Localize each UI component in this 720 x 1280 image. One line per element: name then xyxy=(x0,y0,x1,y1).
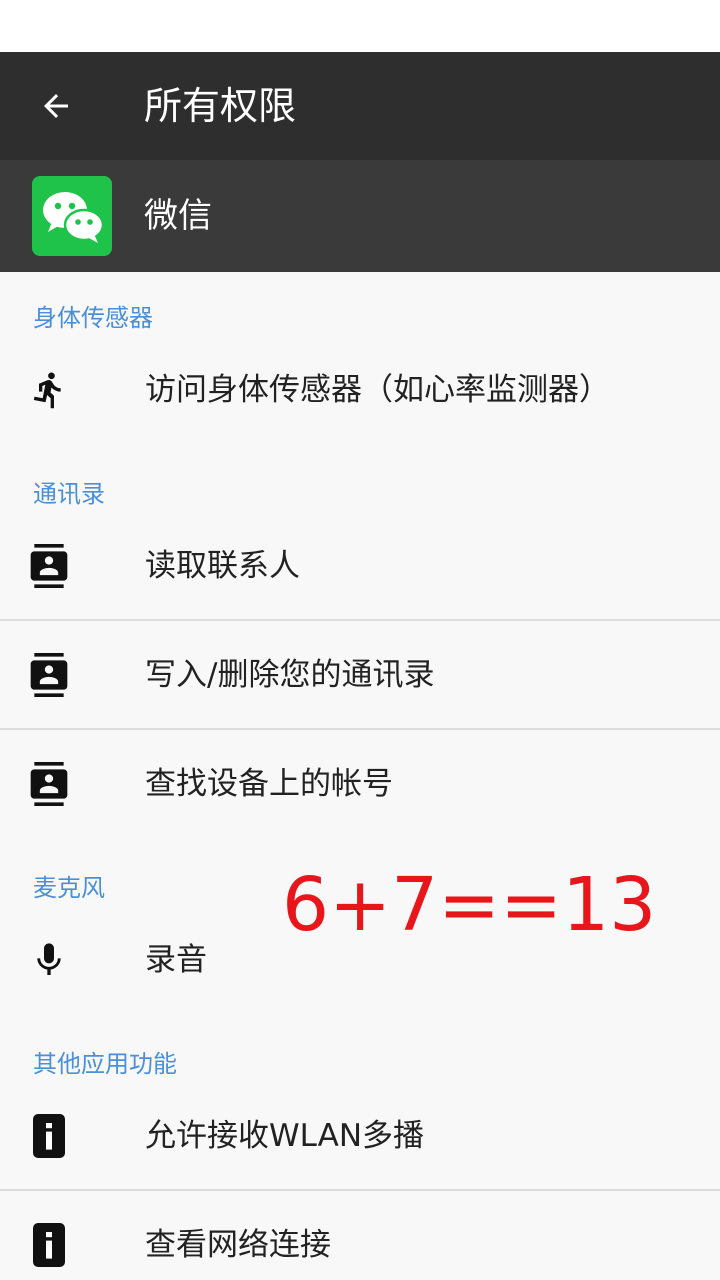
contacts-icon xyxy=(26,542,72,590)
permission-label: 允许接收WLAN多播 xyxy=(145,1118,425,1154)
microphone-icon xyxy=(26,936,72,984)
device-info-icon xyxy=(26,1112,72,1160)
permission-label: 录音 xyxy=(145,942,207,978)
permission-label: 写入/删除您的通讯录 xyxy=(145,657,435,693)
permission-label: 查看网络连接 xyxy=(145,1227,331,1263)
overlay-equation-text: 6+7==13 xyxy=(282,862,657,948)
permissions-screen: 所有权限 微信 身体传感器 访问身体传感器（如心率监测器） 通讯录 读取联系人 … xyxy=(0,0,720,1280)
arrow-back-icon xyxy=(44,94,68,118)
wechat-icon xyxy=(32,176,112,256)
status-bar xyxy=(0,0,720,52)
section-header-other: 其他应用功能 xyxy=(33,1050,177,1078)
permission-row-read-contacts[interactable]: 读取联系人 xyxy=(0,512,720,620)
section-header-microphone: 麦克风 xyxy=(33,874,105,902)
toolbar: 所有权限 xyxy=(0,52,720,160)
permission-row-network-state[interactable]: 查看网络连接 xyxy=(0,1191,720,1280)
permission-row-body-sensors[interactable]: 访问身体传感器（如心率监测器） xyxy=(0,336,720,444)
contacts-icon xyxy=(26,651,72,699)
permission-row-get-accounts[interactable]: 查找设备上的帐号 xyxy=(0,730,720,838)
contacts-icon xyxy=(26,760,72,808)
permission-label: 查找设备上的帐号 xyxy=(145,766,393,802)
permission-row-write-contacts[interactable]: 写入/删除您的通讯录 xyxy=(0,621,720,729)
section-header-contacts: 通讯录 xyxy=(33,480,105,508)
section-header-body-sensors: 身体传感器 xyxy=(33,304,153,332)
running-person-icon xyxy=(26,366,72,414)
back-button[interactable] xyxy=(20,72,92,140)
permission-label: 读取联系人 xyxy=(145,548,300,584)
permission-label: 访问身体传感器（如心率监测器） xyxy=(145,372,610,408)
device-info-icon xyxy=(26,1221,72,1269)
permission-row-wlan-multicast[interactable]: 允许接收WLAN多播 xyxy=(0,1082,720,1190)
page-title: 所有权限 xyxy=(144,84,297,128)
app-header: 微信 xyxy=(0,160,720,272)
app-name: 微信 xyxy=(144,196,212,236)
